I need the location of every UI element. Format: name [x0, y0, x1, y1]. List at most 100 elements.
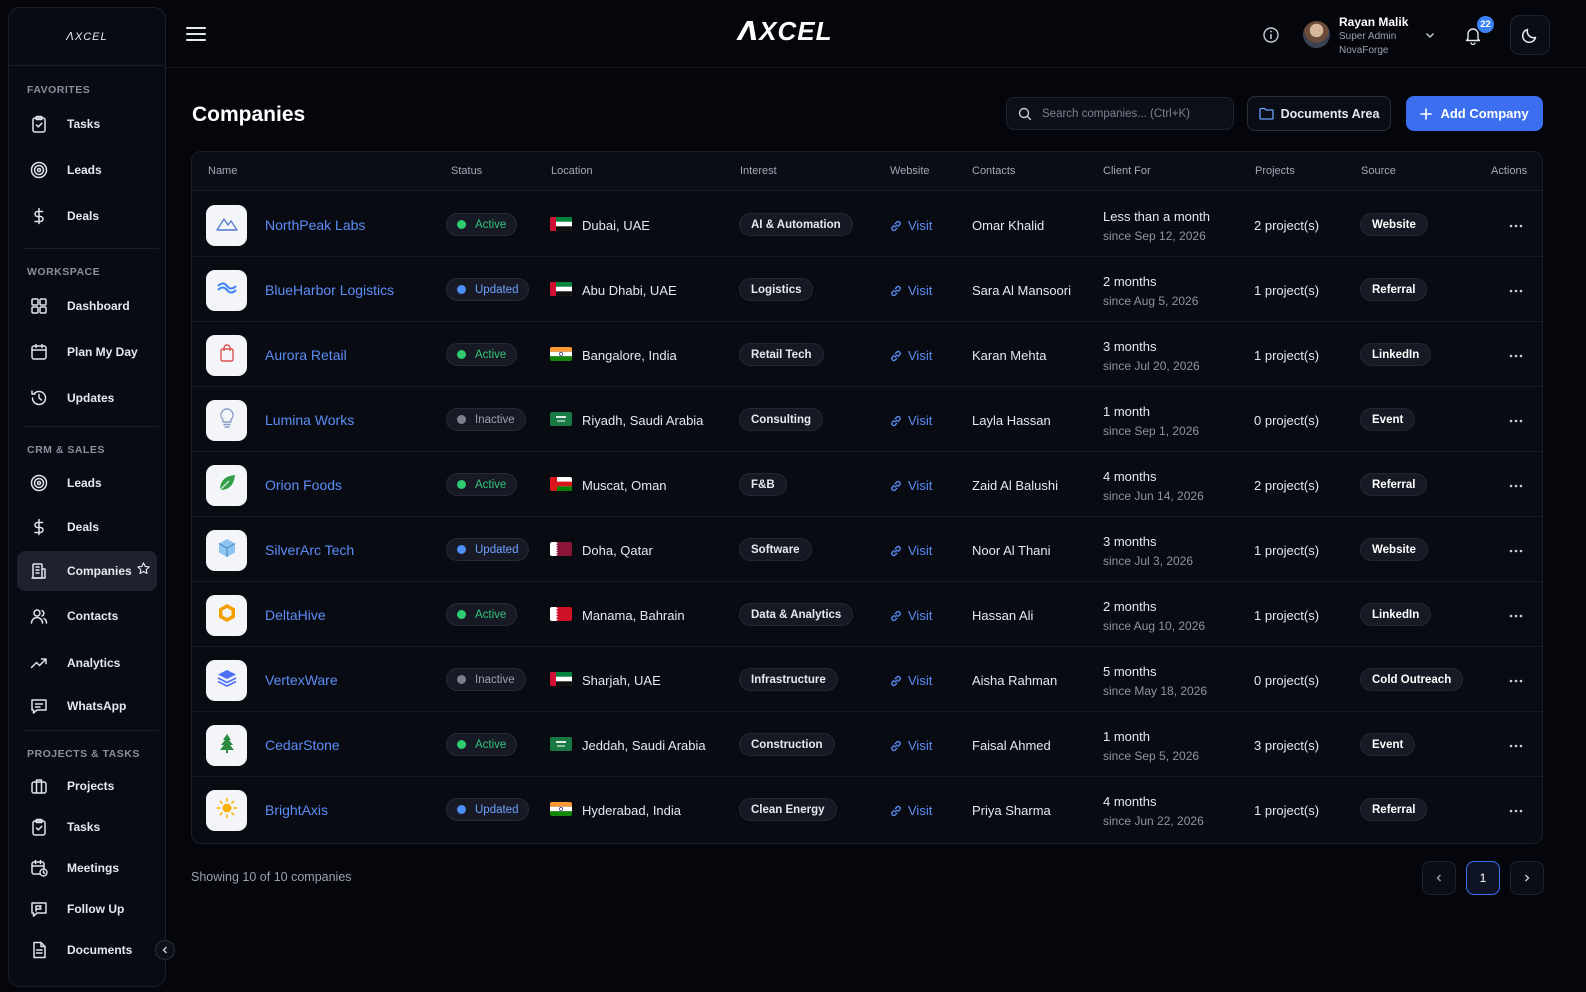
next-page-button[interactable] — [1510, 861, 1544, 895]
hamburger-icon — [186, 27, 206, 41]
company-name-link[interactable]: VertexWare — [265, 672, 338, 688]
status-badge: Updated — [446, 538, 530, 561]
search-input[interactable] — [1042, 107, 1222, 120]
column-header-source[interactable]: Source — [1361, 165, 1396, 177]
sidebar-item-dashboard[interactable]: Dashboard — [17, 286, 157, 326]
column-header-interest[interactable]: Interest — [740, 165, 777, 177]
sidebar-item-label: Leads — [67, 163, 102, 177]
row-actions-menu[interactable] — [1508, 606, 1524, 624]
page-title: Companies — [192, 103, 306, 126]
visit-website-link[interactable]: Visit — [889, 673, 932, 688]
visit-website-link[interactable]: Visit — [889, 478, 932, 493]
table-row[interactable]: DeltaHive Active Manama, Bahrain Data & … — [192, 582, 1542, 647]
status-label: Active — [475, 218, 507, 231]
table-row[interactable]: Lumina Works Inactive Riyadh, Saudi Arab… — [192, 387, 1542, 452]
user-menu-toggle[interactable] — [1424, 28, 1436, 46]
sidebar-item-analytics[interactable]: Analytics — [17, 643, 157, 683]
row-actions-menu[interactable] — [1508, 476, 1524, 494]
visit-website-link[interactable]: Visit — [889, 543, 932, 558]
star-icon[interactable] — [136, 561, 151, 581]
sidebar-item-plan-my-day[interactable]: Plan My Day — [17, 332, 157, 372]
link-icon — [891, 350, 901, 361]
sidebar-divider — [23, 730, 159, 731]
sidebar-item-whatsapp[interactable]: WhatsApp — [17, 686, 157, 726]
menu-button[interactable] — [186, 25, 206, 43]
search-box[interactable] — [1006, 97, 1234, 130]
table-row[interactable]: VertexWare Inactive Sharjah, UAE Infrast… — [192, 647, 1542, 712]
company-name-link[interactable]: NorthPeak Labs — [265, 217, 365, 233]
column-header-projects[interactable]: Projects — [1255, 165, 1295, 177]
company-name-link[interactable]: Aurora Retail — [265, 347, 347, 363]
visit-website-link[interactable]: Visit — [889, 413, 932, 428]
sidebar-item-leads[interactable]: Leads — [17, 150, 157, 190]
column-header-contacts[interactable]: Contacts — [972, 165, 1015, 177]
table-row[interactable]: Orion Foods Active Muscat, Oman F&B Visi… — [192, 452, 1542, 517]
sidebar-item-documents[interactable]: Documents — [17, 930, 157, 970]
sidebar-item-tasks[interactable]: Tasks — [17, 104, 157, 144]
row-actions-menu[interactable] — [1508, 671, 1524, 689]
visit-website-link[interactable]: Visit — [889, 738, 932, 753]
collapse-sidebar-button[interactable] — [155, 940, 175, 960]
client-since-date: since Sep 5, 2026 — [1103, 749, 1200, 763]
info-button[interactable] — [1262, 26, 1280, 49]
company-name-link[interactable]: CedarStone — [265, 737, 340, 753]
user-name[interactable]: Rayan Malik — [1339, 15, 1408, 29]
company-name-link[interactable]: SilverArc Tech — [265, 542, 354, 558]
company-name-link[interactable]: BlueHarbor Logistics — [265, 282, 394, 298]
company-name-link[interactable]: BrightAxis — [265, 802, 328, 818]
company-name-link[interactable]: Lumina Works — [265, 412, 354, 428]
sidebar-item-follow-up[interactable]: Follow Up — [17, 889, 157, 929]
company-name-link[interactable]: Orion Foods — [265, 477, 342, 493]
sidebar-item-tasks[interactable]: Tasks — [17, 807, 157, 847]
column-header-name[interactable]: Name — [208, 165, 237, 177]
page-button-current[interactable]: 1 — [1466, 861, 1500, 895]
table-row[interactable]: SilverArc Tech Updated Doha, Qatar Softw… — [192, 517, 1542, 582]
interest-tag: Retail Tech — [739, 343, 824, 366]
visit-website-link[interactable]: Visit — [889, 608, 932, 623]
prev-page-button[interactable] — [1422, 861, 1456, 895]
column-header-website[interactable]: Website — [890, 165, 930, 177]
row-actions-menu[interactable] — [1508, 411, 1524, 429]
sidebar-item-contacts[interactable]: Contacts — [17, 596, 157, 636]
row-actions-menu[interactable] — [1508, 216, 1524, 234]
brand-logo[interactable]: ᐱXCEL — [738, 16, 832, 47]
company-name-link[interactable]: DeltaHive — [265, 607, 326, 623]
row-actions-menu[interactable] — [1508, 801, 1524, 819]
row-actions-menu[interactable] — [1508, 281, 1524, 299]
table-row[interactable]: Aurora Retail Active Bangalore, India Re… — [192, 322, 1542, 387]
sidebar-item-updates[interactable]: Updates — [17, 378, 157, 418]
row-actions-menu[interactable] — [1508, 541, 1524, 559]
table-row[interactable]: CedarStone Active Jeddah, Saudi Arabia C… — [192, 712, 1542, 777]
sidebar-item-companies[interactable]: Companies — [17, 551, 157, 591]
sidebar-item-projects[interactable]: Projects — [17, 766, 157, 806]
visit-website-link[interactable]: Visit — [889, 283, 932, 298]
avatar[interactable] — [1303, 21, 1330, 48]
client-since-date: since Jun 22, 2026 — [1103, 814, 1204, 828]
visit-website-link[interactable]: Visit — [889, 803, 932, 818]
client-for-duration: 3 months — [1103, 339, 1157, 354]
status-badge: Active — [446, 473, 518, 496]
sidebar-item-meetings[interactable]: Meetings — [17, 848, 157, 888]
status-dot — [457, 220, 466, 229]
table-row[interactable]: BrightAxis Updated Hyderabad, India Clea… — [192, 777, 1542, 842]
sidebar-item-label: Leads — [67, 476, 102, 490]
table-row[interactable]: NorthPeak Labs Active Dubai, UAE AI & Au… — [192, 192, 1542, 257]
visit-label: Visit — [908, 608, 933, 623]
row-actions-menu[interactable] — [1508, 736, 1524, 754]
theme-toggle-button[interactable] — [1510, 15, 1550, 55]
visit-website-link[interactable]: Visit — [889, 218, 932, 233]
sidebar-item-deals[interactable]: Deals — [17, 196, 157, 236]
row-actions-menu[interactable] — [1508, 346, 1524, 364]
column-header-status[interactable]: Status — [451, 165, 482, 177]
sidebar-logo[interactable]: ᐱXCEL — [9, 8, 165, 66]
column-header-location[interactable]: Location — [551, 165, 593, 177]
visit-website-link[interactable]: Visit — [889, 348, 932, 363]
add-company-button[interactable]: Add Company — [1406, 96, 1543, 131]
sidebar-item-leads[interactable]: Leads — [17, 463, 157, 503]
link-icon — [891, 805, 901, 816]
column-header-client-for[interactable]: Client For — [1103, 165, 1151, 177]
documents-area-button[interactable]: Documents Area — [1247, 96, 1391, 131]
link-icon — [891, 480, 901, 491]
sidebar-item-deals[interactable]: Deals — [17, 507, 157, 547]
table-row[interactable]: BlueHarbor Logistics Updated Abu Dhabi, … — [192, 257, 1542, 322]
